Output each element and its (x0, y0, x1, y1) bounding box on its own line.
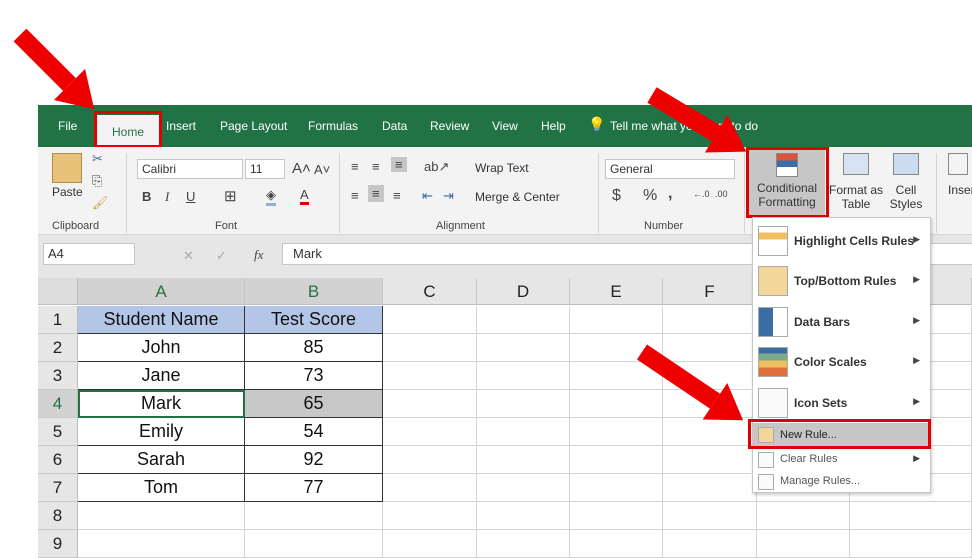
red-arrow-icon (13, 28, 95, 110)
annotation-arrows (13, 28, 747, 421)
red-arrow-icon (647, 87, 747, 153)
red-arrow-icon (636, 344, 744, 421)
